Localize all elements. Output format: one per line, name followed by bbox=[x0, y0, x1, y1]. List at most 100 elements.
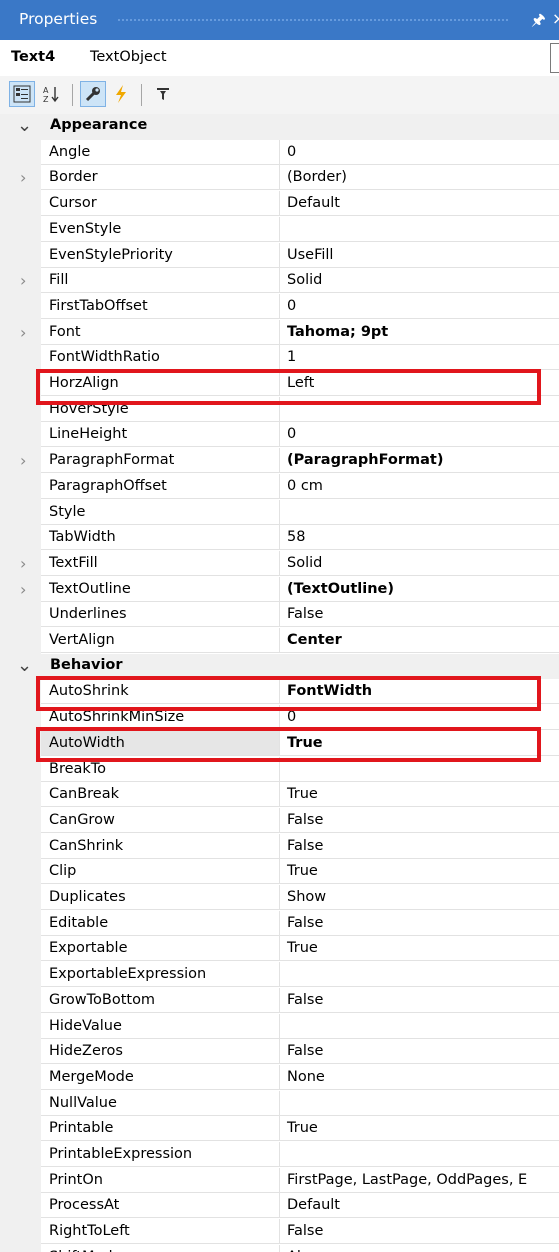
property-value[interactable]: None bbox=[280, 1065, 559, 1090]
property-value[interactable]: Center bbox=[280, 628, 559, 653]
property-row-textoutline[interactable]: › TextOutline (TextOutline) bbox=[0, 576, 559, 603]
drag-grip[interactable] bbox=[117, 18, 509, 22]
property-name: Cursor bbox=[41, 191, 280, 217]
property-row-paragraphoffset[interactable]: ParagraphOffset 0 cm bbox=[0, 473, 559, 500]
property-value[interactable]: True bbox=[280, 936, 559, 962]
property-row-printableexpression[interactable]: PrintableExpression bbox=[0, 1142, 559, 1168]
property-row-angle[interactable]: Angle 0 bbox=[0, 139, 559, 166]
property-row-hidevalue[interactable]: HideValue bbox=[0, 1013, 559, 1040]
property-value[interactable]: UseFill bbox=[280, 243, 559, 268]
expand-chevron-icon[interactable]: › bbox=[20, 580, 26, 599]
property-row-paragraphformat[interactable]: › ParagraphFormat (ParagraphFormat) bbox=[0, 448, 559, 474]
property-row-lineheight[interactable]: LineHeight 0 bbox=[0, 422, 559, 448]
property-name: CanShrink bbox=[41, 833, 280, 859]
property-value[interactable]: FirstPage, LastPage, OddPages, E bbox=[280, 1168, 559, 1193]
property-value[interactable]: 0 bbox=[280, 140, 559, 165]
property-value[interactable]: False bbox=[280, 1039, 559, 1065]
property-value[interactable]: 1 bbox=[280, 345, 559, 371]
property-row-growtobottom[interactable]: GrowToBottom False bbox=[0, 987, 559, 1014]
filter-icon[interactable] bbox=[150, 81, 176, 107]
property-value[interactable]: Default bbox=[280, 191, 559, 217]
property-value[interactable]: Always bbox=[280, 1245, 559, 1252]
property-value[interactable]: 58 bbox=[280, 525, 559, 551]
property-name: GrowToBottom bbox=[41, 987, 280, 1013]
property-row-firsttaboffset[interactable]: FirstTabOffset 0 bbox=[0, 293, 559, 320]
property-value[interactable]: 0 bbox=[280, 294, 559, 319]
property-row-printon[interactable]: PrintOn FirstPage, LastPage, OddPages, E bbox=[0, 1167, 559, 1194]
expand-chevron-icon[interactable]: › bbox=[20, 451, 26, 470]
property-value[interactable]: True bbox=[280, 859, 559, 885]
property-row-vertalign[interactable]: VertAlign Center bbox=[0, 628, 559, 654]
collapse-chevron-icon[interactable]: ⌄ bbox=[17, 655, 32, 676]
property-row-cursor[interactable]: Cursor Default bbox=[0, 191, 559, 217]
property-value[interactable]: Tahoma; 9pt bbox=[280, 320, 559, 345]
property-row-textfill[interactable]: › TextFill Solid bbox=[0, 550, 559, 577]
property-value[interactable]: 0 cm bbox=[280, 474, 559, 499]
property-row-underlines[interactable]: Underlines False bbox=[0, 602, 559, 628]
property-value[interactable]: Default bbox=[280, 1193, 559, 1219]
category-appearance[interactable]: ⌄ Appearance bbox=[0, 114, 559, 140]
properties-title-bar: Properties 🖈︎ × bbox=[0, 0, 559, 40]
events-icon[interactable] bbox=[108, 81, 134, 107]
property-row-fontwidthratio[interactable]: FontWidthRatio 1 bbox=[0, 345, 559, 371]
property-value[interactable] bbox=[280, 500, 559, 525]
expand-chevron-icon[interactable]: › bbox=[20, 271, 26, 290]
property-row-processat[interactable]: ProcessAt Default bbox=[0, 1193, 559, 1219]
property-row-border[interactable]: › Border (Border) bbox=[0, 165, 559, 191]
expand-chevron-icon[interactable]: › bbox=[20, 554, 26, 573]
property-value[interactable] bbox=[280, 1091, 559, 1116]
property-value[interactable]: Solid bbox=[280, 268, 559, 294]
close-icon[interactable]: × bbox=[552, 9, 559, 28]
property-value[interactable]: Solid bbox=[280, 551, 559, 576]
property-value[interactable] bbox=[280, 1014, 559, 1039]
property-value[interactable]: False bbox=[280, 911, 559, 936]
property-row-clip[interactable]: Clip True bbox=[0, 859, 559, 885]
property-value[interactable]: False bbox=[280, 808, 559, 833]
property-value[interactable] bbox=[280, 962, 559, 988]
toolbar-separator bbox=[141, 84, 142, 106]
alphabetical-icon[interactable]: AZ bbox=[39, 81, 65, 107]
property-row-duplicates[interactable]: Duplicates Show bbox=[0, 885, 559, 911]
property-value[interactable]: (Border) bbox=[280, 165, 559, 191]
property-row-canshrink[interactable]: CanShrink False bbox=[0, 833, 559, 860]
property-row-editable[interactable]: Editable False bbox=[0, 910, 559, 937]
property-row-canbreak[interactable]: CanBreak True bbox=[0, 782, 559, 808]
object-selector-dropdown[interactable] bbox=[550, 43, 559, 73]
property-row-evenstylepriority[interactable]: EvenStylePriority UseFill bbox=[0, 242, 559, 269]
property-name: FirstTabOffset bbox=[41, 293, 280, 319]
property-value[interactable]: False bbox=[280, 602, 559, 628]
property-value[interactable]: False bbox=[280, 988, 559, 1013]
categorized-icon[interactable] bbox=[9, 81, 35, 107]
property-row-righttoleft[interactable]: RightToLeft False bbox=[0, 1219, 559, 1245]
property-row-evenstyle[interactable]: EvenStyle bbox=[0, 216, 559, 243]
property-row-font[interactable]: › Font Tahoma; 9pt bbox=[0, 319, 559, 346]
property-value[interactable] bbox=[280, 1142, 559, 1167]
property-value[interactable]: True bbox=[280, 1116, 559, 1142]
property-value[interactable] bbox=[280, 217, 559, 242]
property-row-shiftmode[interactable]: ShiftModeAlways bbox=[0, 1244, 559, 1252]
property-row-fill[interactable]: › Fill Solid bbox=[0, 268, 559, 294]
property-value[interactable]: Show bbox=[280, 885, 559, 910]
property-value[interactable]: True bbox=[280, 782, 559, 808]
property-value[interactable]: False bbox=[280, 834, 559, 859]
expand-chevron-icon[interactable]: › bbox=[20, 323, 26, 342]
property-value[interactable]: (ParagraphFormat) bbox=[280, 448, 559, 474]
property-row-printable[interactable]: Printable True bbox=[0, 1116, 559, 1142]
pin-icon[interactable]: 🖈︎ bbox=[531, 9, 546, 36]
property-row-nullvalue[interactable]: NullValue bbox=[0, 1090, 559, 1117]
expand-chevron-icon[interactable]: › bbox=[20, 168, 26, 187]
property-row-exportableexpression[interactable]: ExportableExpression bbox=[0, 962, 559, 988]
property-value[interactable]: 0 bbox=[280, 422, 559, 448]
property-row-cangrow[interactable]: CanGrow False bbox=[0, 807, 559, 834]
property-row-tabwidth[interactable]: TabWidth 58 bbox=[0, 525, 559, 551]
collapse-chevron-icon[interactable]: ⌄ bbox=[17, 115, 32, 136]
property-row-mergemode[interactable]: MergeMode None bbox=[0, 1064, 559, 1091]
property-name: ParagraphOffset bbox=[41, 473, 280, 499]
properties-icon[interactable] bbox=[80, 81, 106, 107]
object-selector[interactable]: Text4 TextObject bbox=[0, 40, 559, 77]
property-value[interactable]: False bbox=[280, 1219, 559, 1245]
property-value[interactable]: (TextOutline) bbox=[280, 577, 559, 602]
property-row-style[interactable]: Style bbox=[0, 499, 559, 526]
property-row-exportable[interactable]: Exportable True bbox=[0, 936, 559, 962]
property-row-hidezeros[interactable]: HideZeros False bbox=[0, 1039, 559, 1065]
